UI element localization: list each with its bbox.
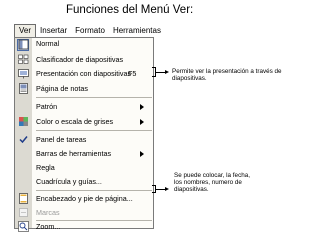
menu-item-patron[interactable]: Patrón: [15, 99, 153, 115]
page-title: Funciones del Menú Ver:: [66, 4, 194, 16]
menu-item-grid-guides[interactable]: Cuadrícula y guías...: [15, 174, 153, 190]
annotation-arrow-line: [155, 189, 165, 190]
notes-page-icon: [19, 83, 28, 94]
color-grayscale-icon: [19, 117, 28, 126]
menu-item-label: Zoom...: [36, 222, 61, 231]
menu-item-label: Barras de herramientas: [36, 149, 112, 158]
menu-item-slideshow[interactable]: Presentación con diapositivas F5: [15, 66, 153, 82]
menu-item-label: Encabezado y pie de página...: [36, 194, 133, 203]
annotation-slideshow: Permite ver la presentación a través de …: [172, 68, 282, 83]
menu-insertar[interactable]: Insertar: [36, 24, 71, 37]
menu-item-label: Marcas: [36, 208, 60, 217]
annotation-bracket-tick: [152, 67, 155, 68]
menu-item-label: Cuadrícula y guías...: [36, 177, 102, 186]
menu-item-zoom[interactable]: Zoom...: [15, 219, 153, 235]
menu-item-color-grayscale[interactable]: Color o escala de grises: [15, 114, 153, 130]
normal-view-icon: [18, 39, 29, 50]
menu-item-label: Normal: [36, 39, 60, 48]
checkmark-icon: [19, 136, 28, 144]
slideshow-icon: [18, 69, 29, 79]
menu-item-label: Regla: [36, 163, 55, 172]
menu-item-notes-page[interactable]: Página de notas: [15, 81, 153, 97]
annotation-bracket-tick: [152, 76, 155, 77]
header-footer-icon: [19, 193, 28, 204]
menu-separator: [36, 97, 152, 98]
annotation-arrow-icon: [165, 69, 169, 74]
annotation-arrow-line: [155, 72, 165, 73]
ver-dropdown-menu: Normal Clasificador de diapositivas Pres…: [14, 37, 154, 232]
menu-separator: [36, 130, 152, 131]
menu-item-label: Patrón: [36, 102, 58, 111]
menu-item-label: Clasificador de diapositivas: [36, 55, 124, 64]
menu-item-label: Color o escala de grises: [36, 117, 114, 126]
annotation-bracket-tick: [152, 185, 155, 186]
menu-herramientas[interactable]: Herramientas: [109, 24, 165, 37]
menu-ver[interactable]: Ver: [14, 24, 37, 37]
menu-item-label: Presentación con diapositivas: [36, 69, 132, 78]
shortcut-label: F5: [128, 69, 137, 78]
zoom-icon: [18, 221, 29, 232]
annotation-header-footer: Se puede colocar, la fecha, los nombres,…: [174, 172, 250, 194]
slide-sorter-icon: [18, 54, 29, 64]
submenu-arrow-icon: [140, 104, 144, 110]
annotation-arrow-icon: [165, 186, 169, 191]
menu-formato[interactable]: Formato: [71, 24, 109, 37]
menu-item-label: Página de notas: [36, 84, 88, 93]
menu-item-label: Panel de tareas: [36, 135, 87, 144]
submenu-arrow-icon: [140, 119, 144, 125]
menu-bar: Ver Insertar Formato Herramientas: [14, 24, 161, 37]
annotation-bracket-tick: [152, 192, 155, 193]
markup-icon: [19, 208, 28, 217]
submenu-arrow-icon: [140, 151, 144, 157]
